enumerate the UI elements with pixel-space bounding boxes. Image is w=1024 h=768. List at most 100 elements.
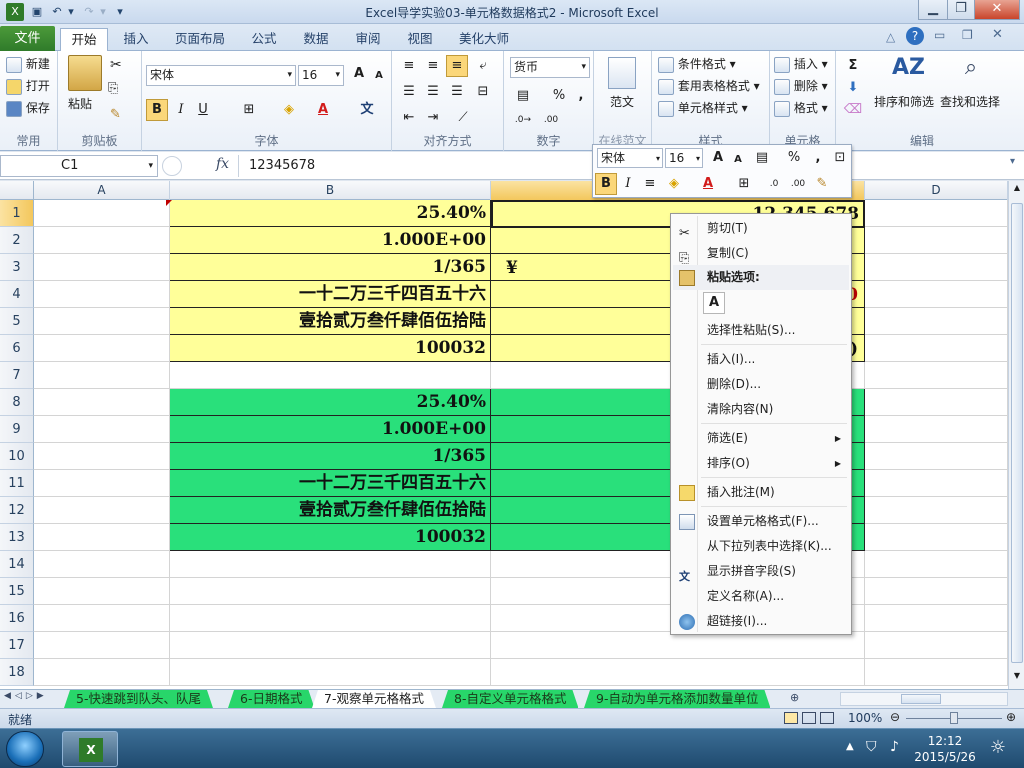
cell-b18[interactable] [170,659,491,686]
tab-page-layout[interactable]: 页面布局 [168,28,232,50]
insert-function-icon[interactable]: fx [216,156,229,172]
find-select-button[interactable]: 查找和选择 [940,93,1000,110]
row-header[interactable]: 11 [0,470,34,497]
new-button[interactable]: 新建 [6,55,50,73]
cell-b11[interactable]: 一十二万三千四百五十六 [170,470,491,497]
menu-format-cells[interactable]: 设置单元格格式(F)... [673,509,849,534]
format-as-table-button[interactable]: 套用表格格式 ▾ [658,77,760,95]
cell-a17[interactable] [34,632,170,659]
template-button[interactable]: 范文 [610,93,634,110]
mini-borders-icon[interactable]: ⊞ [733,173,755,195]
cell-b4[interactable]: 一十二万三千四百五十六 [170,281,491,308]
row-header[interactable]: 17 [0,632,34,659]
cell-d8[interactable] [865,389,1008,416]
taskbar-excel[interactable]: X [62,731,118,767]
cell-styles-button[interactable]: 单元格样式 ▾ [658,99,748,117]
row-header[interactable]: 14 [0,551,34,578]
ribbon-collapse-icon[interactable]: △ [886,30,895,44]
vertical-scrollbar[interactable]: ▲ ▼ [1008,181,1024,689]
action-center-icon[interactable]: ⛉ [866,739,877,755]
cell-d12[interactable] [865,497,1008,524]
accounting-format-icon[interactable]: ▤ [512,85,534,107]
cell-d9[interactable] [865,416,1008,443]
cell-b13[interactable]: 100032 [170,524,491,551]
mini-format-painter-icon[interactable]: ⊡ [829,147,851,169]
percent-button[interactable]: % [548,85,570,107]
mini-bold-button[interactable]: B [595,173,617,195]
mini-font-combo[interactable]: 宋体 ▾ [597,148,663,168]
menu-filter[interactable]: 筛选(E) ▶ [673,426,849,451]
zoom-in-icon[interactable]: ⊕ [1006,710,1016,724]
cell-b6[interactable]: 100032 [170,335,491,362]
column-header-b[interactable]: B [170,181,491,200]
row-header[interactable]: 10 [0,443,34,470]
mini-shrink-font-icon[interactable]: A [727,149,749,171]
conditional-format-button[interactable]: 条件格式 ▾ [658,55,736,73]
fill-icon[interactable]: ⬇ [842,77,864,99]
increase-indent-icon[interactable]: ⇥ [422,107,444,129]
menu-paste-special[interactable]: 选择性粘贴(S)... [673,318,849,343]
cell-d3[interactable] [865,254,1008,281]
format-cells-button[interactable]: 格式 ▾ [774,99,828,117]
cell-b15[interactable] [170,578,491,605]
cell-d15[interactable] [865,578,1008,605]
tab-beautify[interactable]: 美化大师 [452,28,516,50]
cell-a5[interactable] [34,308,170,335]
menu-define-name[interactable]: 定义名称(A)... [673,584,849,609]
cell-b2[interactable]: 1.000E+00 [170,227,491,254]
tab-insert[interactable]: 插入 [114,28,158,50]
copy-icon[interactable]: ⎘ [108,81,118,96]
wrap-text-icon[interactable]: ⤶ [472,55,494,77]
cell-b12[interactable]: 壹拾贰万叁仟肆佰伍拾陆 [170,497,491,524]
cell-b7[interactable] [170,362,491,389]
cell-b1[interactable]: 25.40% [170,200,491,227]
italic-button[interactable]: I [170,99,192,121]
row-header[interactable]: 7 [0,362,34,389]
font-name-combo[interactable]: 宋体 ▾ [146,65,296,86]
cell-a14[interactable] [34,551,170,578]
column-header-a[interactable]: A [34,181,170,200]
find-select-icon[interactable]: ⌕ [956,55,986,87]
align-bottom-icon[interactable]: ≡ [446,55,468,77]
row-header[interactable]: 8 [0,389,34,416]
align-left-icon[interactable]: ☰ [398,81,420,103]
cell-a10[interactable] [34,443,170,470]
cell-d16[interactable] [865,605,1008,632]
menu-copy[interactable]: ⎘ 复制(C) [673,241,849,266]
sheet-nav-arrows-icon[interactable]: ◀◁▷▶ [4,691,48,701]
save-button[interactable]: 保存 [6,99,50,117]
cell-d10[interactable] [865,443,1008,470]
sheet-tab-8[interactable]: 8-自定义单元格格式 [442,690,578,708]
cell-b3[interactable]: 1/365 [170,254,491,281]
cell-a7[interactable] [34,362,170,389]
cell-b17[interactable] [170,632,491,659]
tab-data[interactable]: 数据 [294,28,338,50]
cell-d13[interactable] [865,524,1008,551]
cell-c17[interactable] [491,632,865,659]
template-doc-icon[interactable] [608,57,636,89]
decrease-decimal-icon[interactable]: .00 [540,109,562,131]
mini-comma-button[interactable]: , [807,147,829,169]
row-header[interactable]: 15 [0,578,34,605]
weather-gadget-icon[interactable]: ☼ [984,737,1012,761]
formula-bar-expand-icon[interactable]: ▾ [1010,156,1015,167]
sheet-tab-5[interactable]: 5-快速跳到队头、队尾 [64,690,213,708]
mini-decrease-decimal-icon[interactable]: .00 [787,173,809,195]
cell-a8[interactable] [34,389,170,416]
cell-a18[interactable] [34,659,170,686]
tab-formulas[interactable]: 公式 [242,28,286,50]
align-right-icon[interactable]: ☰ [446,81,468,103]
align-middle-icon[interactable]: ≡ [422,55,444,77]
menu-clear-contents[interactable]: 清除内容(N) [673,397,849,422]
menu-show-phonetic[interactable]: 文显示拼音字段(S) [673,559,849,584]
cell-d6[interactable] [865,335,1008,362]
cell-d14[interactable] [865,551,1008,578]
restore-button[interactable]: ❐ [947,0,975,20]
tray-expand-icon[interactable]: ▲ [846,741,854,752]
horizontal-scrollbar[interactable] [840,692,1008,706]
cell-d7[interactable] [865,362,1008,389]
volume-icon[interactable]: ♪ [890,739,899,755]
font-color-icon[interactable]: A [312,99,334,121]
name-box[interactable]: C1 ▾ [0,155,158,177]
row-header[interactable]: 2 [0,227,34,254]
